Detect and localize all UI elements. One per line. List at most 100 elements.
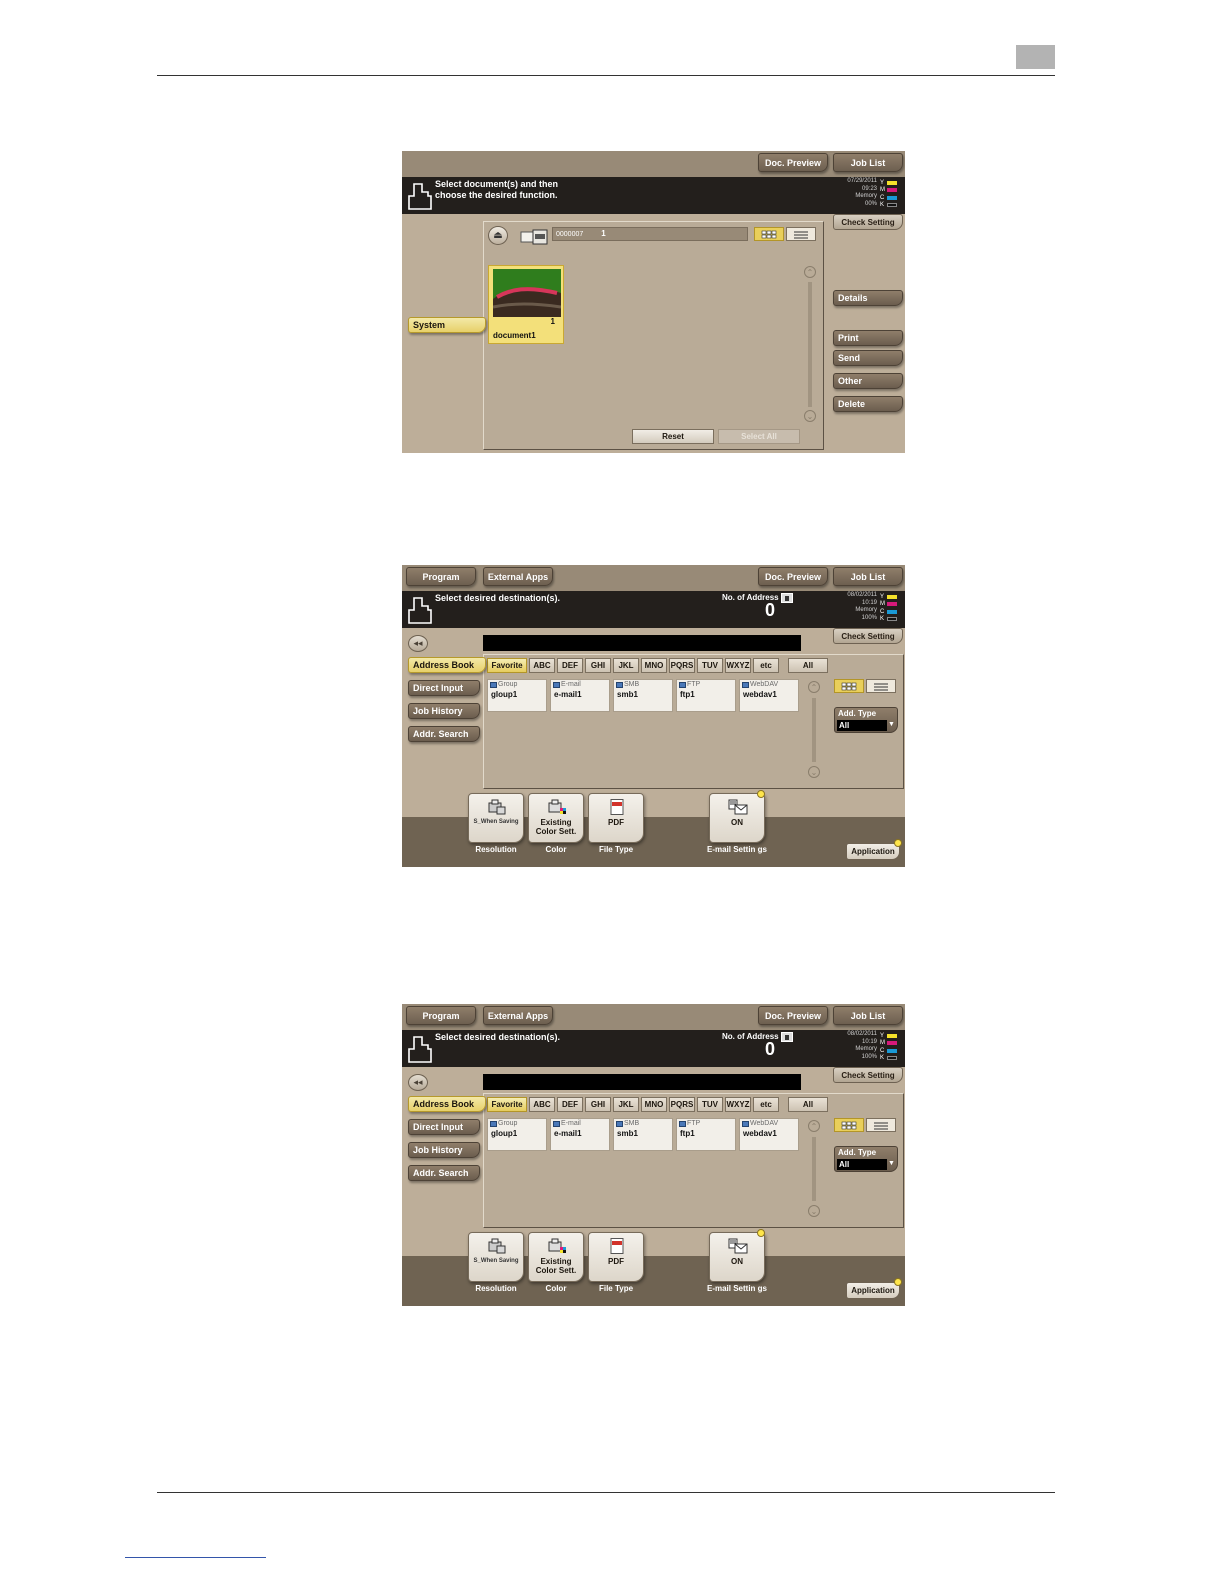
send-button[interactable]: Send xyxy=(833,350,903,366)
destination-card[interactable]: E-mail e-mail1 xyxy=(550,679,610,712)
scrollbar-track[interactable] xyxy=(812,698,816,762)
destination-card[interactable]: WebDAV webdav1 xyxy=(739,1118,799,1151)
destination-name: ftp1 xyxy=(680,690,695,699)
list-view-button[interactable] xyxy=(786,227,816,241)
resolution-button[interactable]: S_When Saving xyxy=(468,793,524,843)
select-all-button[interactable]: Select All xyxy=(718,429,800,444)
scanner-icon xyxy=(488,799,506,815)
doc-preview-button[interactable]: Doc. Preview xyxy=(758,153,828,172)
alpha-tab-favorite[interactable]: Favorite xyxy=(487,1097,527,1112)
back-button[interactable]: ◂◂ xyxy=(408,1074,428,1091)
list-view-button[interactable] xyxy=(866,1118,896,1132)
scroll-up-button[interactable]: ⌃ xyxy=(808,681,820,693)
status-date: 07/29/2011 xyxy=(847,178,877,184)
print-button[interactable]: Print xyxy=(833,330,903,346)
destination-card[interactable]: E-mail e-mail1 xyxy=(550,1118,610,1151)
alpha-tab-jkl[interactable]: JKL xyxy=(613,1097,639,1112)
scroll-down-button[interactable]: ⌄ xyxy=(808,1205,820,1217)
delete-button[interactable]: Delete xyxy=(833,396,903,412)
scroll-up-button[interactable]: ⌃ xyxy=(808,1120,820,1132)
alpha-tab-all[interactable]: All xyxy=(788,1097,828,1112)
reset-button[interactable]: Reset xyxy=(632,429,714,444)
scroll-down-button[interactable]: ⌄ xyxy=(808,766,820,778)
application-button[interactable]: Application xyxy=(846,843,900,860)
tab-direct-input[interactable]: Direct Input xyxy=(408,680,480,696)
color-button[interactable]: Existing Color Sett. xyxy=(528,1232,584,1282)
destination-card[interactable]: SMB smb1 xyxy=(613,1118,673,1151)
alpha-tab-tuv[interactable]: TUV xyxy=(697,658,723,673)
selected-destinations-field[interactable] xyxy=(483,1074,801,1090)
alpha-tab-tuv[interactable]: TUV xyxy=(697,1097,723,1112)
details-button[interactable]: Details xyxy=(833,290,903,306)
selected-destinations-field[interactable] xyxy=(483,635,801,651)
list-view-button[interactable] xyxy=(866,679,896,693)
application-button[interactable]: Application xyxy=(846,1282,900,1299)
alpha-tab-mno[interactable]: MNO xyxy=(641,658,667,673)
email-settings-button[interactable]: ON xyxy=(709,793,765,843)
destination-card[interactable]: Group gloup1 xyxy=(487,679,547,712)
alpha-tab-ghi[interactable]: GHI xyxy=(585,658,611,673)
alpha-tab-all[interactable]: All xyxy=(788,658,828,673)
email-settings-button[interactable]: ON xyxy=(709,1232,765,1282)
thumbnail-view-button[interactable] xyxy=(754,227,784,241)
tab-addr-search[interactable]: Addr. Search xyxy=(408,1165,480,1181)
scrollbar-track[interactable] xyxy=(808,282,812,407)
color-button[interactable]: Existing Color Sett. xyxy=(528,793,584,843)
alpha-tab-wxyz[interactable]: WXYZ xyxy=(725,658,751,673)
tab-addr-search[interactable]: Addr. Search xyxy=(408,726,480,742)
document-thumbnail[interactable]: 1 document1 xyxy=(488,265,564,344)
job-list-button[interactable]: Job List xyxy=(833,567,903,586)
thumbnail-view-button[interactable] xyxy=(834,1118,864,1132)
alpha-tab-abc[interactable]: ABC xyxy=(529,658,555,673)
alpha-tab-jkl[interactable]: JKL xyxy=(613,658,639,673)
destination-card[interactable]: Group gloup1 xyxy=(487,1118,547,1151)
other-button[interactable]: Other xyxy=(833,373,903,389)
email-settings-indicator xyxy=(757,1229,765,1237)
tab-job-history[interactable]: Job History xyxy=(408,1142,480,1158)
add-type-value[interactable]: All xyxy=(837,720,887,731)
add-type-select[interactable]: Add. Type All ▼ xyxy=(834,1146,898,1172)
tab-system[interactable]: System xyxy=(408,317,486,333)
alpha-tab-def[interactable]: DEF xyxy=(557,1097,583,1112)
destination-card[interactable]: FTP ftp1 xyxy=(676,1118,736,1151)
box-up-button[interactable]: ⏏ xyxy=(488,226,508,245)
add-type-value[interactable]: All xyxy=(837,1159,887,1170)
resolution-button[interactable]: S_When Saving xyxy=(468,1232,524,1282)
job-list-button[interactable]: Job List xyxy=(833,153,903,172)
alpha-tab-etc[interactable]: etc xyxy=(753,658,779,673)
tab-address-book[interactable]: Address Book xyxy=(408,1096,486,1112)
destination-card[interactable]: FTP ftp1 xyxy=(676,679,736,712)
alpha-tab-ghi[interactable]: GHI xyxy=(585,1097,611,1112)
file-type-button[interactable]: PDF xyxy=(588,793,644,843)
destination-card[interactable]: WebDAV webdav1 xyxy=(739,679,799,712)
check-setting-button[interactable]: Check Setting xyxy=(833,214,903,230)
program-button[interactable]: Program xyxy=(406,1006,476,1025)
alpha-tab-def[interactable]: DEF xyxy=(557,658,583,673)
external-apps-button[interactable]: External Apps xyxy=(483,1006,553,1025)
alpha-tab-etc[interactable]: etc xyxy=(753,1097,779,1112)
file-type-button[interactable]: PDF xyxy=(588,1232,644,1282)
check-setting-button[interactable]: Check Setting xyxy=(833,1067,903,1083)
check-setting-button[interactable]: Check Setting xyxy=(833,628,903,644)
tab-job-history[interactable]: Job History xyxy=(408,703,480,719)
job-list-button[interactable]: Job List xyxy=(833,1006,903,1025)
thumbnail-view-button[interactable] xyxy=(834,679,864,693)
add-type-select[interactable]: Add. Type All ▼ xyxy=(834,707,898,733)
back-button[interactable]: ◂◂ xyxy=(408,635,428,652)
alpha-tab-favorite[interactable]: Favorite xyxy=(487,658,527,673)
program-button[interactable]: Program xyxy=(406,567,476,586)
alpha-tab-wxyz[interactable]: WXYZ xyxy=(725,1097,751,1112)
doc-preview-button[interactable]: Doc. Preview xyxy=(758,1006,828,1025)
alpha-tab-pqrs[interactable]: PQRS xyxy=(669,1097,695,1112)
destination-card[interactable]: SMB smb1 xyxy=(613,679,673,712)
scroll-down-button[interactable]: ⌄ xyxy=(804,410,816,422)
external-apps-button[interactable]: External Apps xyxy=(483,567,553,586)
scroll-up-button[interactable]: ⌃ xyxy=(804,266,816,278)
alpha-tab-mno[interactable]: MNO xyxy=(641,1097,667,1112)
scrollbar-track[interactable] xyxy=(812,1137,816,1201)
alpha-tab-abc[interactable]: ABC xyxy=(529,1097,555,1112)
tab-direct-input[interactable]: Direct Input xyxy=(408,1119,480,1135)
alpha-tab-pqrs[interactable]: PQRS xyxy=(669,658,695,673)
tab-address-book[interactable]: Address Book xyxy=(408,657,486,673)
doc-preview-button[interactable]: Doc. Preview xyxy=(758,567,828,586)
